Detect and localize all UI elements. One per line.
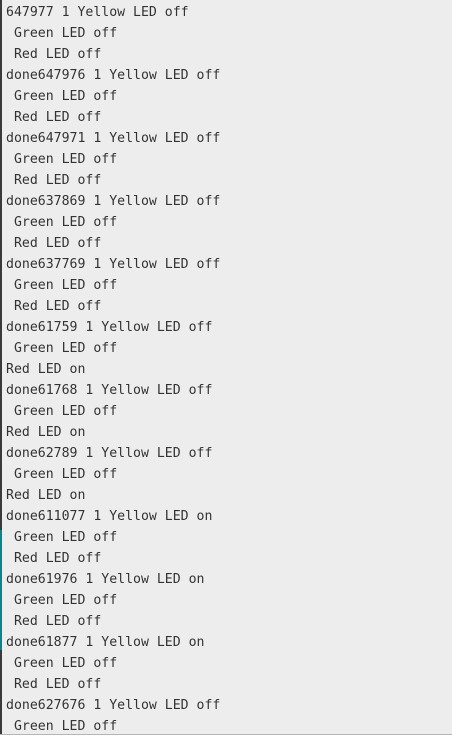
serial-line: Green LED off (6, 341, 118, 356)
serial-line: Green LED off (6, 656, 118, 671)
serial-line: done647971 1 Yellow LED off (6, 131, 221, 146)
serial-line: done61976 1 Yellow LED on (6, 572, 205, 587)
serial-line: Green LED off (6, 89, 118, 104)
serial-line: done627676 1 Yellow LED off (6, 698, 221, 713)
serial-output-text: 647977 1 Yellow LED off Green LED off Re… (2, 0, 452, 734)
serial-line: Red LED off (6, 236, 102, 251)
serial-line: Green LED off (6, 278, 118, 293)
serial-line: 647977 1 Yellow LED off (6, 5, 189, 20)
serial-line: Green LED off (6, 152, 118, 167)
serial-line: done62789 1 Yellow LED off (6, 446, 213, 461)
serial-line: Red LED on (6, 488, 86, 503)
serial-line: Green LED off (6, 467, 118, 482)
serial-line: Green LED off (6, 719, 118, 734)
serial-line: Red LED on (6, 362, 86, 377)
serial-line: done61759 1 Yellow LED off (6, 320, 213, 335)
serial-line: Green LED off (6, 215, 118, 230)
serial-line: Red LED on (6, 425, 86, 440)
serial-line: done647976 1 Yellow LED off (6, 68, 221, 83)
serial-line: Red LED off (6, 299, 102, 314)
serial-monitor-window: 647977 1 Yellow LED off Green LED off Re… (0, 0, 452, 737)
serial-line: Green LED off (6, 404, 118, 419)
serial-output-area[interactable]: 647977 1 Yellow LED off Green LED off Re… (2, 0, 452, 734)
serial-line: done61768 1 Yellow LED off (6, 383, 213, 398)
serial-line: Green LED off (6, 26, 118, 41)
serial-line: done637769 1 Yellow LED off (6, 257, 221, 272)
serial-line: Red LED off (6, 551, 102, 566)
serial-line: Red LED off (6, 173, 102, 188)
serial-line: Green LED off (6, 593, 118, 608)
serial-line: Red LED off (6, 110, 102, 125)
serial-line: done61877 1 Yellow LED on (6, 635, 205, 650)
serial-line: done637869 1 Yellow LED off (6, 194, 221, 209)
serial-line: Red LED off (6, 614, 102, 629)
serial-line: Red LED off (6, 47, 102, 62)
serial-line: done611077 1 Yellow LED on (6, 509, 213, 524)
serial-line: Red LED off (6, 677, 102, 692)
serial-line: Green LED off (6, 530, 118, 545)
